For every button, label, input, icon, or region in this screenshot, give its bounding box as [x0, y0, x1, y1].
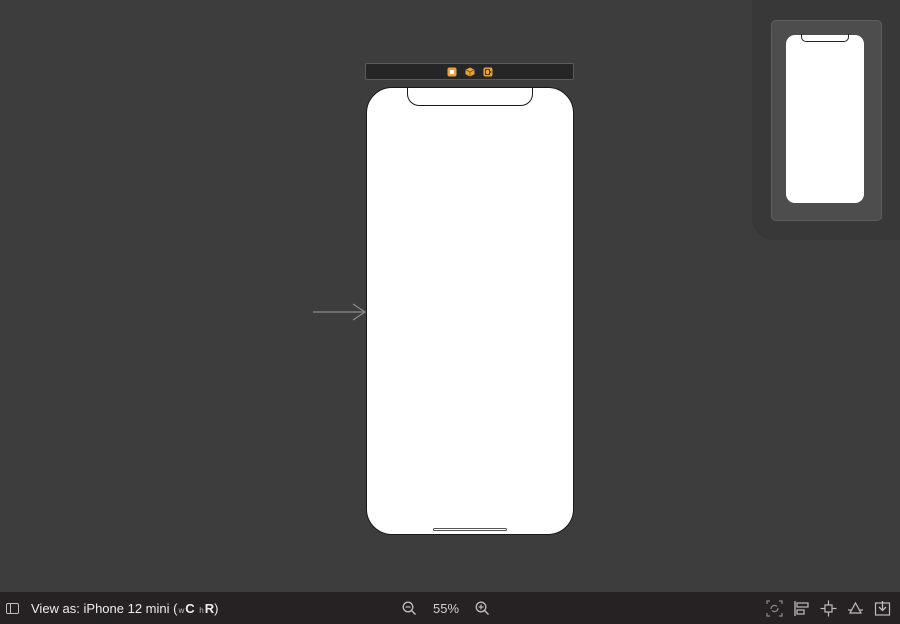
canvas-minimap[interactable] [771, 20, 882, 221]
view-controller-icon[interactable] [447, 67, 457, 77]
height-size-letter: h [199, 605, 204, 615]
embed-in-icon[interactable] [873, 599, 892, 618]
update-frames-icon[interactable] [765, 599, 784, 618]
view-controller-scene[interactable] [366, 87, 574, 535]
view-as-device-button[interactable]: View as: iPhone 12 mini (wC hR) [31, 601, 218, 616]
width-size-class: C [185, 600, 195, 616]
minimap-notch [801, 34, 849, 42]
zoom-in-icon[interactable] [473, 599, 492, 618]
storyboard-canvas[interactable] [0, 0, 900, 592]
home-indicator [433, 528, 507, 531]
zoom-out-icon[interactable] [400, 599, 419, 618]
minimap-scene-thumbnail[interactable] [786, 34, 864, 203]
sidebar-toggle-icon[interactable] [6, 602, 19, 614]
scene-dock [365, 63, 574, 80]
resolve-autolayout-issues-icon[interactable] [846, 599, 865, 618]
view-as-prefix: View as: [31, 600, 84, 616]
size-class-open-paren: ( [173, 600, 178, 616]
storyboard-entry-point-arrow[interactable] [313, 302, 367, 322]
add-constraints-icon[interactable] [819, 599, 838, 618]
canvas-bottom-toolbar: View as: iPhone 12 mini (wC hR) 55% [0, 592, 900, 624]
align-icon[interactable] [792, 599, 811, 618]
width-size-letter: w [178, 605, 185, 615]
device-name: iPhone 12 mini [83, 600, 170, 616]
device-notch [407, 88, 533, 106]
size-class-close-paren: ) [214, 600, 219, 616]
exit-icon[interactable] [483, 67, 493, 77]
first-responder-icon[interactable] [465, 67, 475, 77]
height-size-class: R [204, 600, 215, 616]
zoom-level[interactable]: 55% [433, 601, 459, 616]
